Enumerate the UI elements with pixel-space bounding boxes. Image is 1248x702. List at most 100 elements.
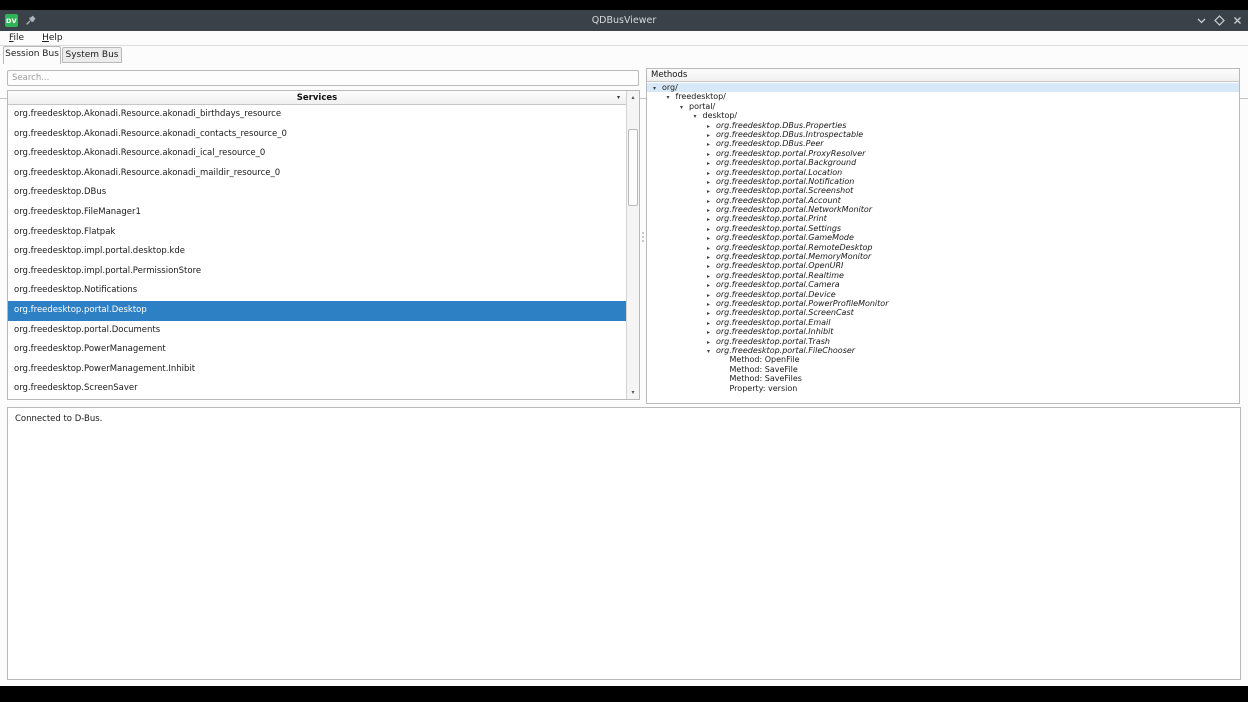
tree-label: Method: SaveFile bbox=[730, 365, 798, 374]
tree-row[interactable]: Property: version bbox=[647, 384, 1239, 393]
tree-row[interactable]: ▸org.freedesktop.portal.Inhibit bbox=[647, 327, 1239, 336]
tree-label: org.freedesktop.portal.NetworkMonitor bbox=[716, 205, 872, 214]
service-row[interactable]: org.freedesktop.ScreenSaver bbox=[8, 379, 626, 399]
service-row[interactable]: org.freedesktop.Akonadi.Resource.akonadi… bbox=[8, 105, 626, 125]
tree-label: Method: SaveFiles bbox=[730, 374, 802, 383]
tree-row[interactable]: ▸org.freedesktop.portal.ProxyResolver bbox=[647, 149, 1239, 158]
menubar: File Help bbox=[0, 31, 1248, 46]
tree-row[interactable]: ▸org.freedesktop.portal.MemoryMonitor bbox=[647, 252, 1239, 261]
tree-label: org.freedesktop.portal.Trash bbox=[716, 337, 830, 346]
services-column-header[interactable]: Services ▾ bbox=[8, 91, 626, 105]
tree-row[interactable]: ▸org.freedesktop.portal.Location bbox=[647, 168, 1239, 177]
tree-label: org.freedesktop.DBus.Properties bbox=[716, 121, 846, 130]
collapse-arrow-icon[interactable]: ▾ bbox=[680, 103, 689, 112]
service-row[interactable]: org.freedesktop.Akonadi.Resource.akonadi… bbox=[8, 164, 626, 184]
services-header-label: Services bbox=[297, 93, 337, 103]
service-row[interactable]: org.freedesktop.Akonadi.Resource.akonadi… bbox=[8, 125, 626, 145]
service-row[interactable]: org.freedesktop.Flatpak bbox=[8, 223, 626, 243]
tree-row[interactable]: ▸org.freedesktop.portal.Account bbox=[647, 196, 1239, 205]
scroll-up-icon[interactable]: ▴ bbox=[627, 91, 639, 104]
tree-row[interactable]: ▸org.freedesktop.DBus.Introspectable bbox=[647, 130, 1239, 139]
service-row[interactable]: org.freedesktop.impl.portal.PermissionSt… bbox=[8, 262, 626, 282]
services-scrollbar[interactable]: ▴ ▾ bbox=[626, 91, 639, 399]
tree-label: org/ bbox=[662, 83, 678, 92]
tree-row[interactable]: ▾desktop/ bbox=[647, 111, 1239, 120]
service-row[interactable]: org.freedesktop.Notifications bbox=[8, 281, 626, 301]
menu-file[interactable]: File bbox=[0, 31, 33, 46]
tree-label: org.freedesktop.DBus.Introspectable bbox=[716, 130, 863, 139]
tree-label: org.freedesktop.portal.Background bbox=[716, 158, 856, 167]
tree-label: org.freedesktop.DBus.Peer bbox=[716, 139, 824, 148]
window-title: QDBusViewer bbox=[0, 10, 1248, 31]
scrollbar-thumb[interactable] bbox=[628, 129, 638, 206]
menu-help[interactable]: Help bbox=[33, 31, 72, 46]
collapse-arrow-icon[interactable]: ▾ bbox=[667, 93, 676, 102]
tree-label: org.freedesktop.portal.Settings bbox=[716, 224, 841, 233]
tree-label: org.freedesktop.portal.Device bbox=[716, 290, 836, 299]
services-table: Services ▾ org.freedesktop.Akonadi.Resou… bbox=[7, 90, 640, 400]
log-panel: Connected to D-Bus. bbox=[7, 407, 1241, 680]
tree-row[interactable]: ▾portal/ bbox=[647, 102, 1239, 111]
tree-row[interactable]: ▸org.freedesktop.portal.Realtime bbox=[647, 271, 1239, 280]
tree-label: org.freedesktop.portal.OpenURI bbox=[716, 261, 843, 270]
tree-label: org.freedesktop.portal.FileChooser bbox=[716, 346, 855, 355]
tree-row[interactable]: ▸org.freedesktop.portal.Notification bbox=[647, 177, 1239, 186]
minimize-button[interactable] bbox=[1195, 14, 1208, 27]
tree-row[interactable]: ▸org.freedesktop.portal.Screenshot bbox=[647, 186, 1239, 195]
tree-row[interactable]: ▸org.freedesktop.portal.PowerProfileMoni… bbox=[647, 299, 1239, 308]
tree-row[interactable]: ▸org.freedesktop.portal.RemoteDesktop bbox=[647, 243, 1239, 252]
tree-row[interactable]: Method: SaveFiles bbox=[647, 374, 1239, 383]
tree-row[interactable]: ▸org.freedesktop.portal.ScreenCast bbox=[647, 308, 1239, 317]
tree-label: org.freedesktop.portal.Location bbox=[716, 168, 842, 177]
scroll-down-icon[interactable]: ▾ bbox=[627, 386, 639, 399]
tree-label: org.freedesktop.portal.PowerProfileMonit… bbox=[716, 299, 888, 308]
tree-row[interactable]: ▾org.freedesktop.portal.FileChooser bbox=[647, 346, 1239, 355]
service-row[interactable]: org.freedesktop.FileManager1 bbox=[8, 203, 626, 223]
tree-label: org.freedesktop.portal.Notification bbox=[716, 177, 854, 186]
service-row[interactable]: org.freedesktop.PowerManagement.Inhibit bbox=[8, 360, 626, 380]
tree-label: freedesktop/ bbox=[676, 92, 726, 101]
service-row[interactable]: org.freedesktop.DBus bbox=[8, 183, 626, 203]
status-message: Connected to D-Bus. bbox=[8, 408, 1240, 430]
tree-row[interactable]: ▸org.freedesktop.portal.OpenURI bbox=[647, 261, 1239, 270]
tree-row[interactable]: ▸org.freedesktop.portal.Device bbox=[647, 290, 1239, 299]
tree-row[interactable]: ▸org.freedesktop.portal.Background bbox=[647, 158, 1239, 167]
service-row[interactable]: org.freedesktop.impl.portal.desktop.kde bbox=[8, 242, 626, 262]
tree-row[interactable]: ▸org.freedesktop.portal.GameMode bbox=[647, 233, 1239, 242]
tab-session-bus[interactable]: Session Bus bbox=[3, 46, 61, 64]
tree-row[interactable]: ▸org.freedesktop.portal.Trash bbox=[647, 337, 1239, 346]
tab-system-bus[interactable]: System Bus bbox=[62, 47, 122, 63]
titlebar: DV QDBusViewer bbox=[0, 10, 1248, 31]
tree-label: Method: OpenFile bbox=[730, 355, 800, 364]
sort-descending-icon: ▾ bbox=[617, 91, 620, 105]
service-row[interactable]: org.freedesktop.portal.Desktop bbox=[8, 301, 626, 321]
tree-row[interactable]: Method: OpenFile bbox=[647, 355, 1239, 364]
tree-row[interactable]: ▸org.freedesktop.DBus.Properties bbox=[647, 121, 1239, 130]
service-row[interactable]: org.freedesktop.PowerManagement bbox=[8, 340, 626, 360]
tree-row[interactable]: Method: SaveFile bbox=[647, 365, 1239, 374]
tree-row[interactable]: ▸org.freedesktop.portal.Settings bbox=[647, 224, 1239, 233]
tree-row[interactable]: ▸org.freedesktop.portal.Email bbox=[647, 318, 1239, 327]
tree-row[interactable]: ▾org/ bbox=[647, 83, 1239, 92]
search-input[interactable] bbox=[7, 70, 639, 86]
panel-splitter-handle[interactable] bbox=[641, 232, 644, 248]
tree-row[interactable]: ▾freedesktop/ bbox=[647, 92, 1239, 101]
service-row[interactable]: org.freedesktop.portal.Documents bbox=[8, 321, 626, 341]
qdbusviewer-window: DV QDBusViewer bbox=[0, 10, 1248, 686]
tree-row[interactable]: ▸org.freedesktop.portal.Print bbox=[647, 214, 1239, 223]
tree-label: portal/ bbox=[689, 102, 715, 111]
service-row[interactable]: org.freedesktop.Akonadi.Resource.akonadi… bbox=[8, 144, 626, 164]
collapse-arrow-icon[interactable]: ▾ bbox=[707, 347, 716, 356]
collapse-arrow-icon[interactable]: ▾ bbox=[653, 84, 662, 93]
close-button[interactable] bbox=[1231, 14, 1244, 27]
tree-label: org.freedesktop.portal.Account bbox=[716, 196, 841, 205]
tree-label: org.freedesktop.portal.Realtime bbox=[716, 271, 844, 280]
tree-label: org.freedesktop.portal.Print bbox=[716, 214, 827, 223]
tree-row[interactable]: ▸org.freedesktop.DBus.Peer bbox=[647, 139, 1239, 148]
tree-label: desktop/ bbox=[703, 111, 738, 120]
tree-row[interactable]: ▸org.freedesktop.portal.NetworkMonitor bbox=[647, 205, 1239, 214]
collapse-arrow-icon[interactable]: ▾ bbox=[694, 112, 703, 121]
tree-row[interactable]: ▸org.freedesktop.portal.Camera bbox=[647, 280, 1239, 289]
maximize-button[interactable] bbox=[1213, 14, 1226, 27]
tree-label: org.freedesktop.portal.GameMode bbox=[716, 233, 854, 242]
